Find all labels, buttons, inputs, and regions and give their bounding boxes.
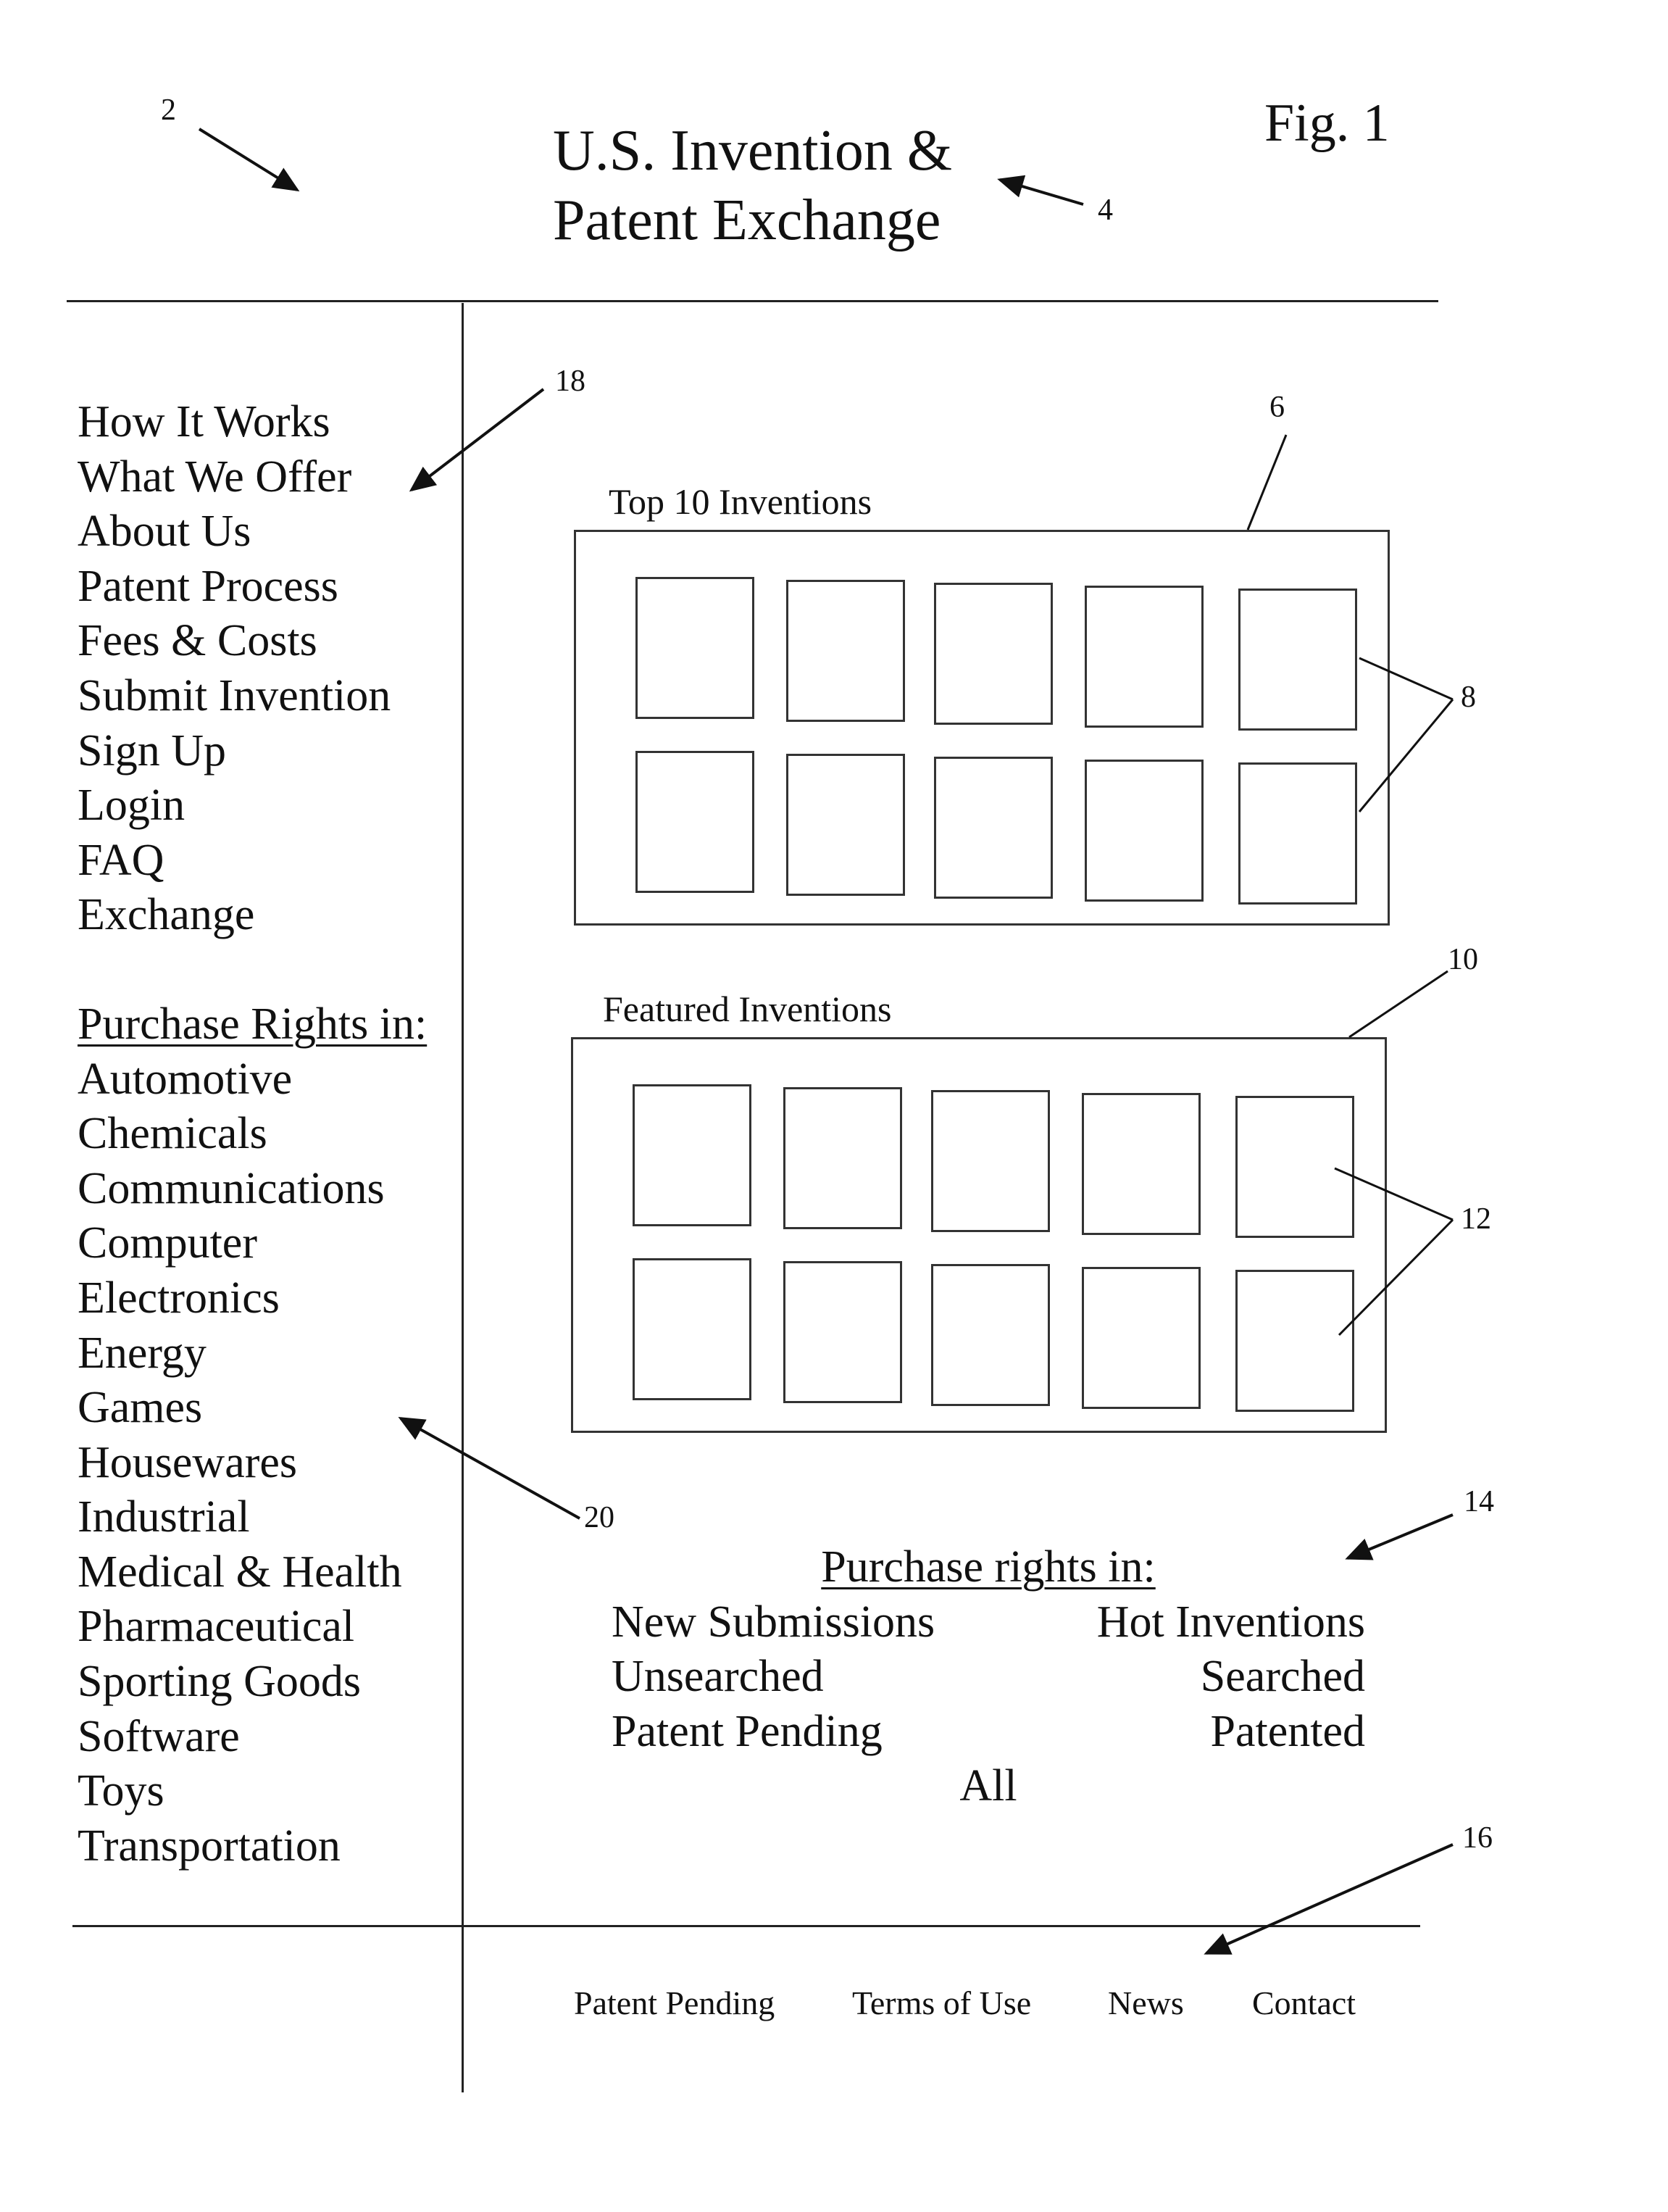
nav-item-exchange[interactable]: Exchange — [78, 888, 427, 943]
title-line-2: Patent Exchange — [553, 188, 941, 252]
purchase-rights-row: Unsearched Searched — [612, 1650, 1365, 1705]
arrow-20 — [398, 1417, 580, 1520]
featured-item-9[interactable] — [1082, 1267, 1201, 1409]
category-housewares[interactable]: Housewares — [78, 1436, 427, 1491]
categories-heading: Purchase Rights in: — [78, 999, 428, 1049]
category-software[interactable]: Software — [78, 1710, 427, 1765]
category-industrial[interactable]: Industrial — [78, 1490, 427, 1545]
filter-new-submissions[interactable]: New Submissions — [612, 1595, 935, 1650]
ref-numeral-12: 12 — [1461, 1202, 1491, 1236]
ref-numeral-4: 4 — [1098, 194, 1113, 227]
featured-item-7[interactable] — [783, 1261, 902, 1403]
featured-item-5[interactable] — [1235, 1096, 1354, 1238]
nav-item-faq[interactable]: FAQ — [78, 833, 427, 889]
nav-item-patent-process[interactable]: Patent Process — [78, 560, 427, 615]
featured-item-2[interactable] — [783, 1087, 902, 1229]
ref-numeral-18: 18 — [555, 365, 585, 398]
nav-item-sign-up[interactable]: Sign Up — [78, 724, 427, 779]
arrow-4 — [997, 175, 1084, 206]
top10-item-6[interactable] — [635, 751, 754, 893]
top10-title: Top 10 Inventions — [609, 481, 872, 522]
filter-all[interactable]: All — [959, 1761, 1017, 1810]
category-computer[interactable]: Computer — [78, 1216, 427, 1271]
featured-item-3[interactable] — [931, 1090, 1050, 1232]
purchase-rights-row: Patent Pending Patented — [612, 1705, 1365, 1760]
top10-panel — [574, 530, 1390, 926]
ref-numeral-6: 6 — [1269, 391, 1285, 424]
top10-item-2[interactable] — [786, 580, 905, 722]
ref-numeral-16: 16 — [1462, 1821, 1493, 1855]
arrow-16 — [1204, 1843, 1454, 1955]
nav-item-fees-costs[interactable]: Fees & Costs — [78, 614, 427, 669]
filter-patent-pending[interactable]: Patent Pending — [612, 1705, 883, 1760]
featured-item-10[interactable] — [1235, 1270, 1354, 1412]
footer-link-news[interactable]: News — [1108, 1984, 1184, 2022]
top10-item-3[interactable] — [934, 583, 1053, 725]
header-divider — [67, 300, 1438, 302]
top10-item-4[interactable] — [1085, 586, 1204, 728]
category-menu: Purchase Rights in: Automotive Chemicals… — [78, 997, 427, 1874]
footer-link-contact[interactable]: Contact — [1252, 1984, 1356, 2022]
purchase-rights-section: Purchase rights in: New Submissions Hot … — [612, 1540, 1365, 1814]
ref-numeral-8: 8 — [1461, 681, 1476, 714]
nav-item-login[interactable]: Login — [78, 778, 427, 833]
filter-searched[interactable]: Searched — [1201, 1650, 1365, 1705]
footer-link-terms-of-use[interactable]: Terms of Use — [852, 1984, 1031, 2022]
footer-link-patent-pending[interactable]: Patent Pending — [574, 1984, 775, 2022]
category-medical-health[interactable]: Medical & Health — [78, 1545, 427, 1600]
filter-hot-inventions[interactable]: Hot Inventions — [1097, 1595, 1365, 1650]
featured-item-6[interactable] — [633, 1258, 751, 1400]
top10-item-7[interactable] — [786, 754, 905, 896]
leader-10 — [1348, 970, 1448, 1039]
category-pharmaceutical[interactable]: Pharmaceutical — [78, 1600, 427, 1655]
featured-item-1[interactable] — [633, 1084, 751, 1226]
category-transportation[interactable]: Transportation — [78, 1819, 427, 1874]
category-energy[interactable]: Energy — [78, 1326, 427, 1381]
purchase-rights-all-row: All — [612, 1759, 1365, 1814]
filter-patented[interactable]: Patented — [1211, 1705, 1366, 1760]
category-electronics[interactable]: Electronics — [78, 1271, 427, 1326]
featured-panel — [571, 1037, 1387, 1433]
category-sporting-goods[interactable]: Sporting Goods — [78, 1655, 427, 1710]
top10-item-5[interactable] — [1238, 589, 1357, 731]
ref-numeral-10: 10 — [1448, 943, 1478, 976]
arrow-2 — [198, 128, 300, 192]
top10-item-8[interactable] — [934, 757, 1053, 899]
nav-item-how-it-works[interactable]: How It Works — [78, 395, 427, 450]
purchase-rights-heading: Purchase rights in: — [821, 1542, 1156, 1592]
figure-label: Fig. 1 — [1264, 93, 1390, 153]
category-games[interactable]: Games — [78, 1381, 427, 1436]
nav-menu: How It Works What We Offer About Us Pate… — [78, 395, 427, 943]
sidebar-divider — [462, 303, 464, 2092]
title-line-1: U.S. Invention & — [553, 119, 953, 183]
page-title: U.S. Invention & Patent Exchange — [553, 116, 952, 255]
nav-item-submit-invention[interactable]: Submit Invention — [78, 669, 427, 724]
sidebar: How It Works What We Offer About Us Pate… — [78, 395, 427, 1874]
ref-numeral-2: 2 — [161, 93, 176, 127]
category-automotive[interactable]: Automotive — [78, 1052, 427, 1107]
ref-numeral-20: 20 — [584, 1501, 614, 1534]
purchase-rights-row: New Submissions Hot Inventions — [612, 1595, 1365, 1650]
featured-item-8[interactable] — [931, 1264, 1050, 1406]
top10-item-1[interactable] — [635, 577, 754, 719]
category-communications[interactable]: Communications — [78, 1162, 427, 1217]
filter-unsearched[interactable]: Unsearched — [612, 1650, 824, 1705]
category-toys[interactable]: Toys — [78, 1764, 427, 1819]
top10-item-10[interactable] — [1238, 762, 1357, 905]
featured-item-4[interactable] — [1082, 1093, 1201, 1235]
ref-numeral-14: 14 — [1464, 1485, 1494, 1518]
arrow-18 — [409, 388, 545, 492]
footer-divider — [72, 1925, 1420, 1927]
category-chemicals[interactable]: Chemicals — [78, 1107, 427, 1162]
nav-item-what-we-offer[interactable]: What We Offer — [78, 450, 427, 505]
leader-6 — [1246, 434, 1288, 531]
nav-item-about-us[interactable]: About Us — [78, 504, 427, 560]
top10-item-9[interactable] — [1085, 760, 1204, 902]
featured-title: Featured Inventions — [603, 989, 892, 1029]
